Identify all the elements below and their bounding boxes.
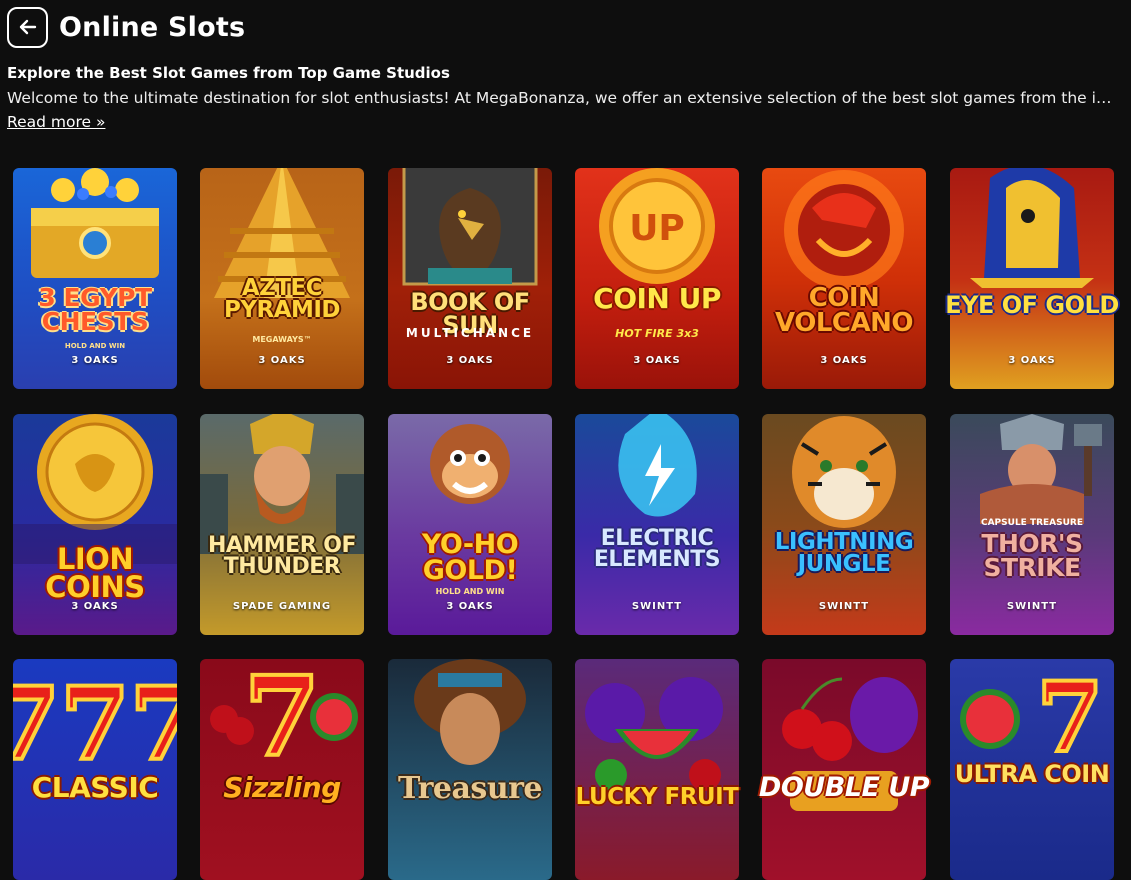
game-title: YO-HO GOLD!: [421, 529, 519, 586]
game-title: 3 EGYPT CHESTS: [38, 283, 152, 336]
intro-heading: Explore the Best Slot Games from Top Gam…: [7, 64, 450, 82]
game-provider: SWINTT: [631, 601, 683, 612]
game-tile-coin-up[interactable]: UP COIN UP HOT FIRE 3x3 3 OAKS: [575, 168, 739, 389]
game-subtitle: MEGAWAYS™: [252, 335, 312, 344]
game-provider: 3 OAKS: [446, 601, 494, 612]
game-subtitle: HOLD AND WIN: [435, 587, 505, 596]
svg-text:7: 7: [1037, 661, 1104, 774]
game-provider: 3 OAKS: [820, 355, 868, 366]
game-title: ELECTRIC ELEMENTS: [593, 526, 721, 572]
game-tile-aztec-pyramid[interactable]: AZTEC PYRAMID MEGAWAYS™ 3 OAKS: [200, 168, 364, 389]
game-provider: SPADE GAMING: [232, 601, 332, 612]
game-subtitle: HOT FIRE 3x3: [615, 327, 699, 340]
game-tile-thors-strike[interactable]: CAPSULE TREASURE THOR'S STRIKE SWINTT: [950, 414, 1114, 635]
game-title: CLASSIC: [31, 771, 159, 804]
game-title: COIN UP: [593, 282, 721, 315]
game-title: Treasure: [397, 771, 543, 806]
back-button[interactable]: [7, 6, 48, 48]
game-title: LIGHTNING JUNGLE: [774, 529, 914, 577]
game-title: AZTEC PYRAMID: [223, 275, 341, 323]
game-subtitle: HOLD AND WIN: [64, 342, 126, 350]
game-artwork: [585, 677, 723, 791]
read-more-link[interactable]: Read more »: [7, 113, 105, 131]
game-title: Sizzling: [223, 771, 341, 804]
game-provider: 3 OAKS: [633, 355, 681, 366]
game-title: COIN VOLCANO: [775, 283, 913, 338]
svg-text:777: 777: [13, 665, 177, 783]
game-artwork: [414, 659, 526, 765]
game-title: THOR'S STRIKE: [981, 529, 1083, 582]
game-tile-3-egypt-chests[interactable]: 3 EGYPT CHESTS HOLD AND WIN 3 OAKS: [13, 168, 177, 389]
game-title: HAMMER OF THUNDER: [207, 533, 357, 579]
game-provider: 3 OAKS: [258, 355, 306, 366]
game-artwork: [782, 677, 918, 811]
game-subtitle: MULTICHANCE: [405, 326, 535, 340]
game-tile-double-up[interactable]: DOUBLE UP: [759, 659, 930, 880]
game-subtitle: CAPSULE TREASURE: [980, 518, 1084, 528]
game-tile-classic[interactable]: 777 CLASSIC: [13, 659, 177, 880]
game-tile-ultra-coin[interactable]: 7 ULTRA COIN: [950, 659, 1114, 880]
game-tile-electric-elements[interactable]: ELECTRIC ELEMENTS SWINTT: [575, 414, 739, 635]
game-title: LION COINS: [45, 542, 145, 604]
game-tile-coin-volcano[interactable]: COIN VOLCANO 3 OAKS: [762, 168, 926, 389]
intro-text: Welcome to the ultimate destination for …: [7, 89, 1119, 107]
game-tile-treasure[interactable]: Treasure: [388, 659, 552, 880]
svg-text:7: 7: [244, 659, 321, 781]
svg-text:UP: UP: [629, 208, 685, 249]
game-tile-eye-of-gold[interactable]: EYE OF GOLD 3 OAKS: [945, 168, 1119, 389]
arrow-left-icon: [19, 19, 36, 35]
game-provider: SWINTT: [818, 601, 870, 612]
game-tile-hammer-of-thunder[interactable]: HAMMER OF THUNDER SPADE GAMING: [200, 414, 364, 635]
game-provider: SWINTT: [1006, 601, 1058, 612]
game-title: DOUBLE UP: [758, 772, 930, 803]
game-tile-lightning-jungle[interactable]: LIGHTNING JUNGLE SWINTT: [762, 414, 926, 635]
game-title: EYE OF GOLD: [945, 291, 1119, 319]
game-tile-lucky-fruit[interactable]: LUCKY FRUIT: [575, 659, 739, 880]
game-tile-sizzling[interactable]: 7 Sizzling: [200, 659, 364, 880]
game-artwork: 7: [210, 659, 358, 783]
game-tile-lion-coins[interactable]: LION COINS 3 OAKS: [13, 414, 177, 635]
page-title: Online Slots: [59, 11, 246, 43]
game-provider: 3 OAKS: [71, 601, 119, 612]
game-title: LUCKY FRUIT: [575, 784, 739, 810]
game-provider: 3 OAKS: [446, 355, 494, 366]
game-artwork: 777: [13, 663, 177, 785]
game-provider: 3 OAKS: [1008, 355, 1056, 366]
game-tile-book-of-sun[interactable]: BOOK OF SUN MULTICHANCE 3 OAKS: [388, 168, 552, 389]
page-header: Online Slots: [7, 6, 245, 48]
game-title: ULTRA COIN: [954, 760, 1110, 788]
game-provider: 3 OAKS: [71, 355, 119, 366]
game-tile-yo-ho-gold[interactable]: YO-HO GOLD! HOLD AND WIN 3 OAKS: [388, 414, 552, 635]
